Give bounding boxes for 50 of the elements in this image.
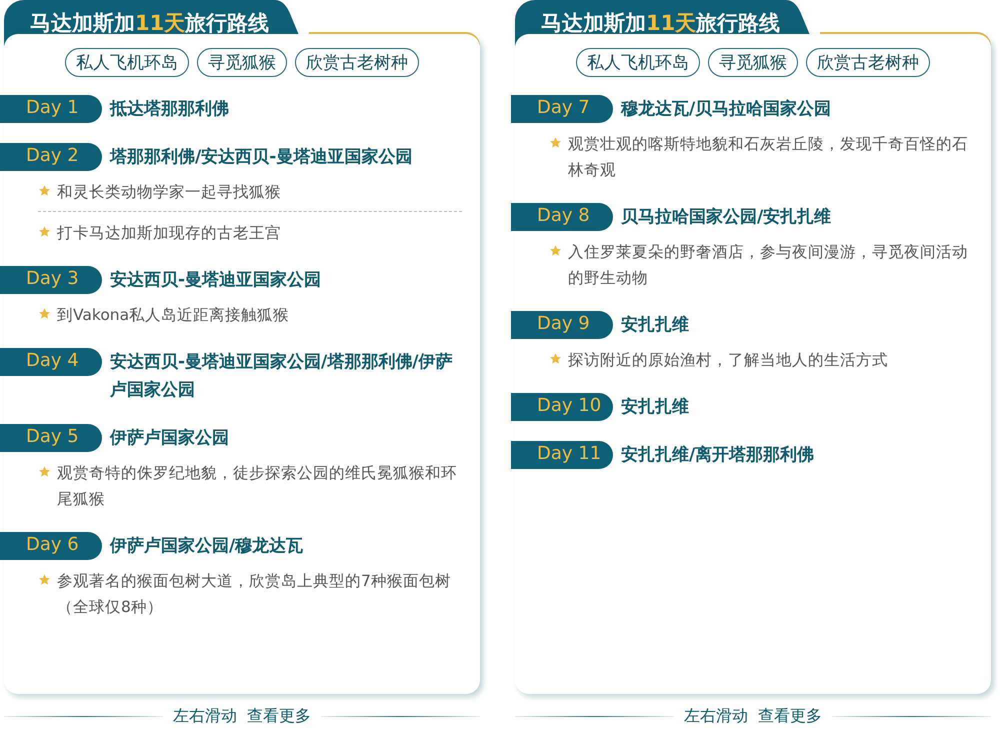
star-icon — [549, 352, 562, 365]
day-label: Day 8 — [511, 203, 613, 231]
star-icon — [38, 307, 51, 320]
day-title: 安扎扎维 — [621, 314, 690, 337]
day-label: Day 10 — [511, 393, 613, 421]
day-label: Day 2 — [0, 143, 102, 171]
star-icon — [38, 184, 51, 197]
day-label: Day 11 — [511, 441, 613, 469]
swipe-hint: 左右滑动 — [173, 706, 237, 727]
star-icon — [38, 573, 51, 586]
day-note: 入住罗莱夏朵的野奢酒店，参与夜间漫游，寻觅夜间活动的野生动物 — [568, 242, 969, 289]
day-note: 参观著名的猴面包树大道，欣赏岛上典型的7种猴面包树（全球仅8种） — [57, 571, 452, 618]
day-note: 打卡马达加斯加现存的古老王宫 — [57, 223, 281, 244]
card-title: 马达加斯加11天旅行路线 — [541, 10, 780, 37]
day-label: Day 1 — [0, 95, 102, 123]
swipe-hint: 左右滑动 — [684, 706, 748, 727]
day-note: 观赏奇特的侏罗纪地貌，徒步探索公园的维氏冕狐猴和环尾狐猴 — [57, 463, 458, 510]
day-label: Day 3 — [0, 266, 102, 294]
swipe-hint: 查看更多 — [247, 706, 311, 727]
day-label: Day 7 — [511, 95, 613, 123]
day-title: 安扎扎维 — [621, 396, 690, 419]
star-icon — [549, 244, 562, 257]
day-label: Day 4 — [0, 348, 102, 376]
day-label: Day 9 — [511, 311, 613, 339]
tag: 私人飞机环岛 — [65, 48, 189, 77]
day-note: 到Vakona私人岛近距离接触狐猴 — [57, 305, 290, 326]
swipe-hint: 查看更多 — [758, 706, 822, 727]
star-icon — [549, 136, 562, 149]
tag: 欣赏古老树种 — [295, 48, 419, 77]
tag: 私人飞机环岛 — [576, 48, 700, 77]
day-title: 安扎扎维/离开塔那那利佛 — [621, 444, 816, 467]
day-note: 探访附近的原始渔村，了解当地人的生活方式 — [568, 350, 888, 371]
tag: 欣赏古老树种 — [806, 48, 930, 77]
day-title: 伊萨卢国家公园/穆龙达瓦 — [110, 535, 304, 558]
star-icon — [38, 225, 51, 238]
day-title: 安达西贝-曼塔迪亚国家公园/塔那那利佛/伊萨卢国家公园 — [110, 351, 454, 402]
star-icon — [38, 465, 51, 478]
day-label: Day 5 — [0, 424, 102, 452]
tag: 寻觅狐猴 — [197, 48, 287, 77]
day-note: 观赏壮观的喀斯特地貌和石灰岩丘陵，发现千奇百怪的石林奇观 — [568, 134, 969, 181]
day-title: 塔那那利佛/安达西贝-曼塔迪亚国家公园 — [110, 146, 414, 169]
day-title: 穆龙达瓦/贝马拉哈国家公园 — [621, 98, 832, 121]
day-title: 伊萨卢国家公园 — [110, 427, 230, 450]
card-title: 马达加斯加11天旅行路线 — [30, 10, 270, 37]
day-label: Day 6 — [0, 532, 102, 560]
day-title: 贝马拉哈国家公园/安扎扎维 — [621, 206, 832, 229]
day-title: 安达西贝-曼塔迪亚国家公园 — [110, 269, 322, 292]
tag: 寻觅狐猴 — [708, 48, 798, 77]
day-title: 抵达塔那那利佛 — [110, 98, 230, 121]
day-note: 和灵长类动物学家一起寻找狐猴 — [57, 182, 281, 203]
